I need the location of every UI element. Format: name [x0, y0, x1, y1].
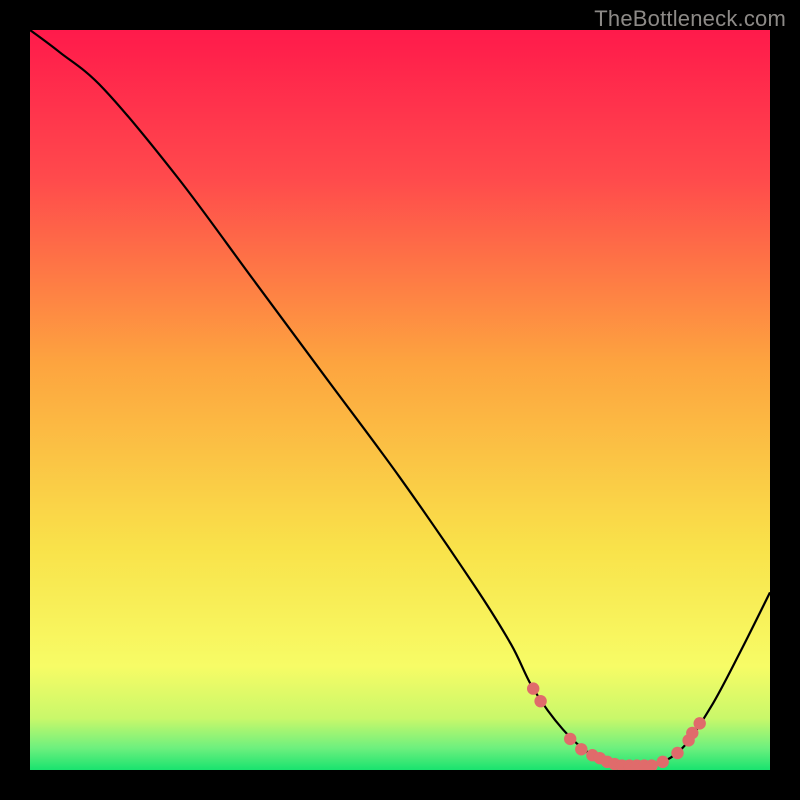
optimal-range-marker — [575, 743, 587, 755]
attribution-text: TheBottleneck.com — [594, 6, 786, 32]
optimal-range-marker — [671, 747, 683, 759]
optimal-range-marker — [564, 733, 576, 745]
optimal-range-marker — [534, 695, 546, 707]
optimal-range-marker — [527, 682, 539, 694]
chart-frame: TheBottleneck.com — [0, 0, 800, 800]
plot-area — [30, 30, 770, 770]
gradient-background — [30, 30, 770, 770]
optimal-range-marker — [657, 756, 669, 768]
optimal-range-marker — [694, 717, 706, 729]
chart-svg — [30, 30, 770, 770]
